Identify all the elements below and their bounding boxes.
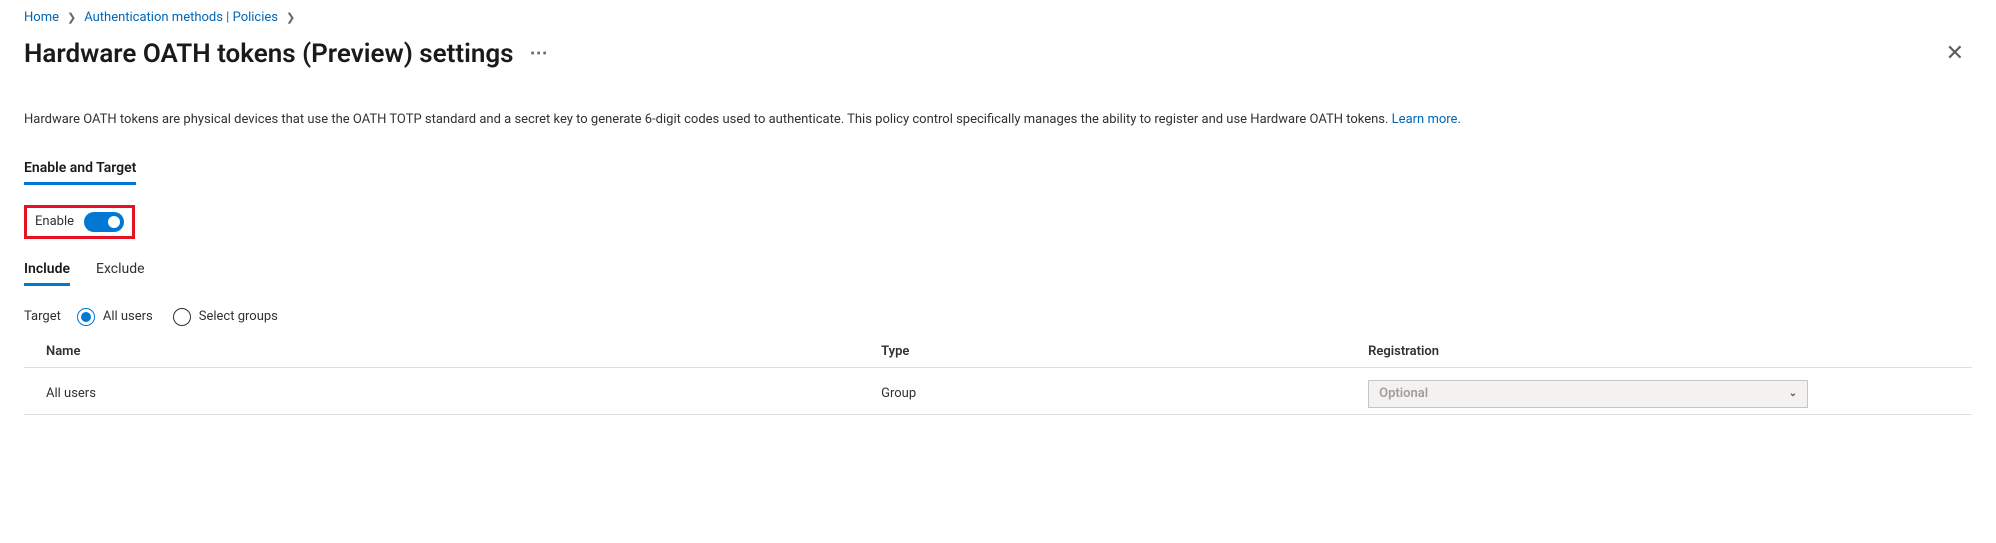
breadcrumb-auth-methods[interactable]: Authentication methods | Policies [84, 10, 278, 25]
breadcrumb-home[interactable]: Home [24, 10, 59, 25]
target-row: Target All users Select groups [24, 308, 1972, 326]
column-header-type[interactable]: Type [881, 344, 1368, 359]
chevron-right-icon: ❯ [286, 11, 295, 24]
table-row: All users Group Optional ⌄ [24, 374, 1972, 415]
cell-name: All users [24, 386, 881, 401]
target-label: Target [24, 309, 61, 324]
cell-registration: Optional ⌄ [1368, 380, 1972, 408]
radio-all-users[interactable]: All users [77, 308, 153, 326]
chevron-down-icon: ⌄ [1789, 388, 1797, 399]
period: . [1457, 112, 1460, 127]
radio-icon [173, 308, 191, 326]
section-enable-target: Enable and Target [24, 160, 136, 185]
radio-icon [77, 308, 95, 326]
more-actions-button[interactable]: ⋯ [530, 43, 550, 64]
radio-select-groups-label: Select groups [199, 309, 278, 324]
page-header: Hardware OATH tokens (Preview) settings … [24, 37, 1972, 70]
radio-all-users-label: All users [103, 309, 153, 324]
tab-include[interactable]: Include [24, 261, 70, 286]
description-text: Hardware OATH tokens are physical device… [24, 112, 1392, 127]
column-header-name[interactable]: Name [24, 344, 881, 359]
enable-label: Enable [35, 214, 74, 229]
column-header-registration[interactable]: Registration [1368, 344, 1972, 359]
tab-exclude[interactable]: Exclude [96, 261, 145, 286]
page-description: Hardware OATH tokens are physical device… [24, 110, 1972, 130]
table-header: Name Type Registration [24, 344, 1972, 368]
targets-table: Name Type Registration All users Group O… [24, 344, 1972, 415]
enable-toggle-row: Enable [24, 205, 135, 239]
target-radio-group: All users Select groups [77, 308, 278, 326]
enable-toggle[interactable] [84, 212, 124, 232]
learn-more-link[interactable]: Learn more [1392, 112, 1458, 127]
chevron-right-icon: ❯ [67, 11, 76, 24]
select-value: Optional [1379, 386, 1428, 401]
registration-select[interactable]: Optional ⌄ [1368, 380, 1808, 408]
breadcrumb: Home ❯ Authentication methods | Policies… [24, 10, 1972, 25]
cell-type: Group [881, 386, 1368, 401]
page-title-text: Hardware OATH tokens (Preview) settings [24, 39, 514, 69]
include-exclude-tabs: Include Exclude [24, 261, 1972, 286]
page-title: Hardware OATH tokens (Preview) settings … [24, 39, 550, 69]
radio-select-groups[interactable]: Select groups [173, 308, 278, 326]
close-button[interactable]: ✕ [1938, 37, 1972, 70]
